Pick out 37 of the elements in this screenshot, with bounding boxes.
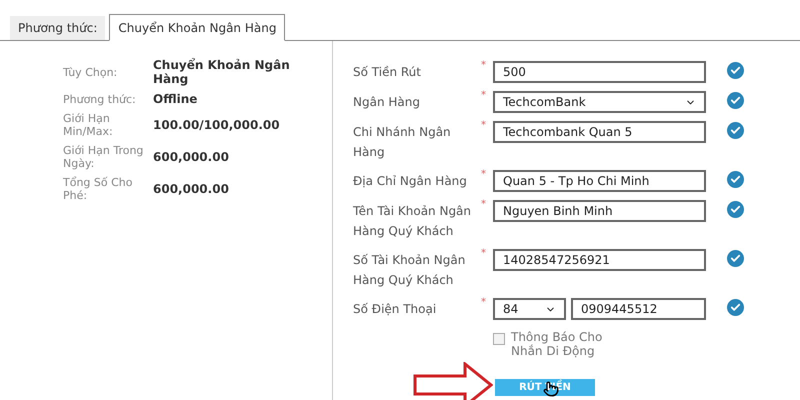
- checkbox[interactable]: [493, 333, 505, 345]
- field-label: Số Tiền Rút: [353, 64, 422, 81]
- tab[interactable]: Chuyển Khoản Ngân Hàng: [109, 14, 286, 41]
- field-label: Ngân Hàng: [353, 94, 421, 111]
- required-mark: *: [481, 249, 486, 259]
- input-field[interactable]: 500: [493, 61, 706, 83]
- required-mark: *: [481, 170, 486, 180]
- info-value: Offline: [153, 92, 198, 106]
- field-label: Tên Tài Khoản Ngân Hàng Quý Khách: [353, 203, 472, 240]
- input-field[interactable]: Quan 5 - Tp Ho Chi Minh: [493, 170, 706, 192]
- field-label: Số Điện Thoại: [353, 301, 438, 318]
- info-value: 100.00/100,000.00: [153, 118, 281, 132]
- bank-dropdown[interactable]: TechcomBank: [493, 91, 706, 113]
- input-field[interactable]: Techcombank Quan 5: [493, 121, 706, 143]
- required-mark: *: [481, 200, 486, 210]
- info-value: 600,000.00: [153, 182, 230, 196]
- checkbox-label: Nhắn Di Động: [511, 344, 596, 358]
- info-label: Giới Hạn Trong Ngày:: [63, 144, 144, 170]
- field-label: Địa Chỉ Ngân Hàng: [353, 173, 468, 190]
- info-value: Chuyển Khoản Ngân Hàng: [153, 58, 291, 86]
- checkbox-label: Thông Báo Cho: [511, 330, 602, 344]
- info-label: Tổng Số Cho Phé:: [63, 176, 134, 202]
- info-label: Giới Hạn Min/Max:: [63, 112, 114, 138]
- tab[interactable]: Phương thức:: [10, 16, 106, 40]
- required-mark: *: [481, 91, 486, 101]
- required-mark: *: [481, 298, 486, 308]
- info-label: Tùy Chọn:: [63, 66, 118, 78]
- phone-field[interactable]: 0909445512: [571, 298, 706, 320]
- country-code-dropdown[interactable]: 84: [493, 298, 566, 320]
- info-label: Phương thức:: [63, 92, 137, 106]
- field-label: Số Tài Khoản Ngân Hàng Quý Khách: [353, 252, 466, 289]
- input-field[interactable]: Nguyen Binh Minh: [493, 200, 706, 222]
- input-field[interactable]: 14028547256921: [493, 249, 706, 271]
- info-value: 600,000.00: [153, 150, 230, 164]
- required-mark: *: [481, 121, 486, 131]
- required-mark: *: [481, 61, 486, 71]
- field-label: Chi Nhánh Ngân Hàng: [353, 124, 452, 161]
